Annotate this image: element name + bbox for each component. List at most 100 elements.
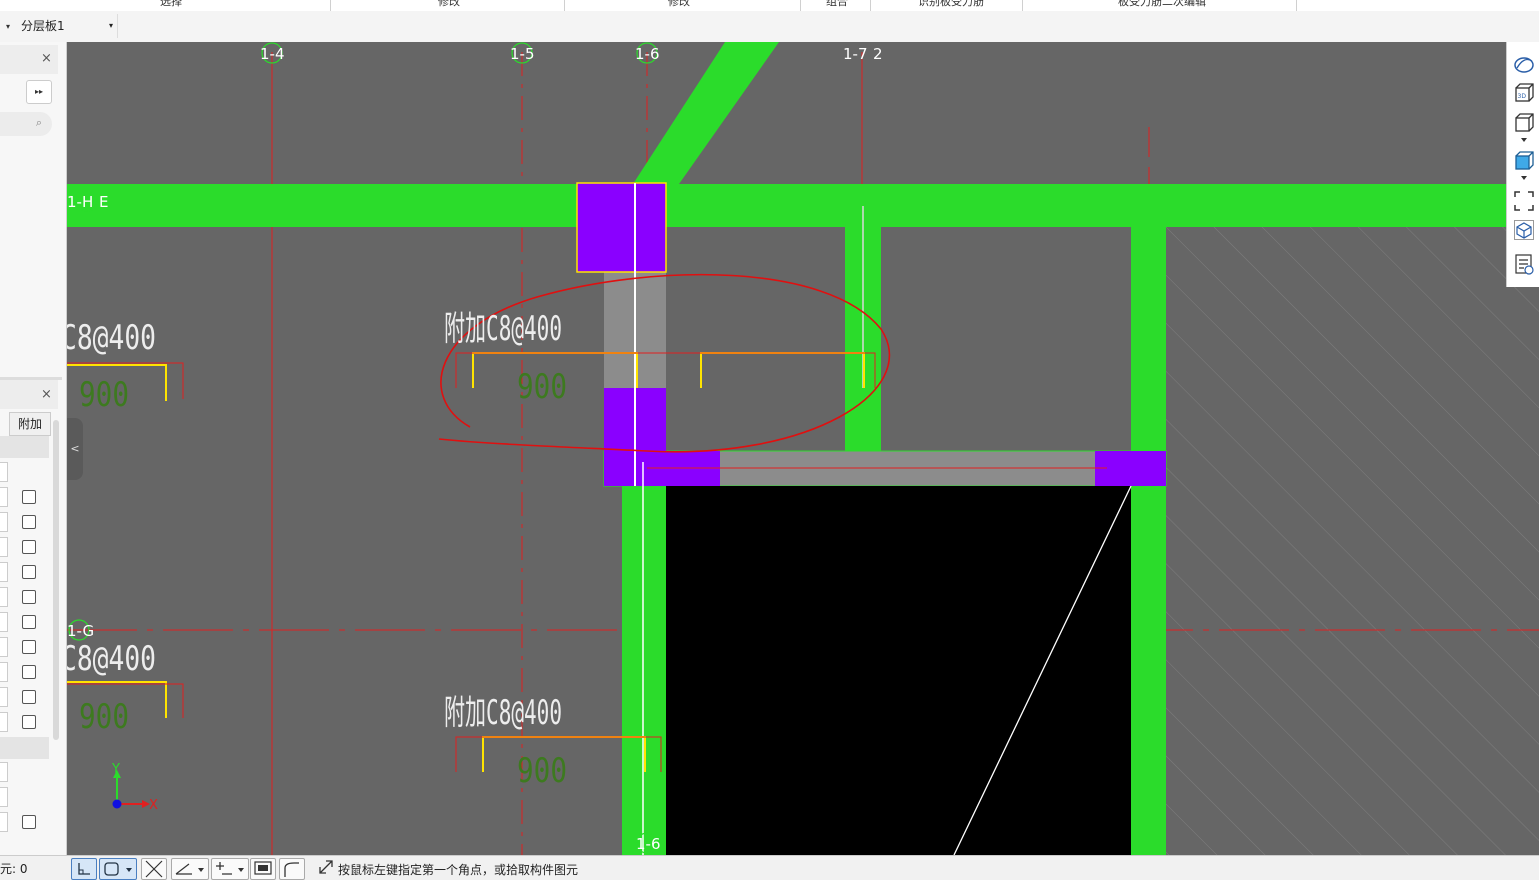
box-view-icon[interactable]: [1513, 112, 1535, 134]
table-cell[interactable]: [0, 562, 8, 582]
filled-box-icon[interactable]: [1513, 150, 1535, 172]
table-cell[interactable]: [0, 687, 8, 707]
panel-collapse-button[interactable]: <: [67, 418, 83, 480]
table-cell[interactable]: [0, 487, 8, 507]
rebar-spec: 附加C8@400: [444, 693, 562, 733]
layer-toolbar: [0, 11, 1539, 43]
row-checkbox[interactable]: [22, 565, 36, 579]
row-checkbox[interactable]: [22, 490, 36, 504]
rebar-length: 900: [517, 751, 567, 791]
floor-dropdown-arrow[interactable]: ▾: [0, 11, 16, 42]
display-toggle[interactable]: [250, 858, 276, 880]
layer-select[interactable]: 分层板1 ▾: [17, 14, 118, 38]
axis-label: 1-H: [67, 193, 93, 211]
axis-label: 1-4: [260, 45, 285, 63]
row-checkbox[interactable]: [22, 690, 36, 704]
row-checkbox[interactable]: [22, 640, 36, 654]
ribbon-label-modify-2[interactable]: 修改: [668, 0, 690, 9]
rebar-length: 900: [517, 367, 567, 407]
angle-icon: [175, 863, 204, 875]
3d-view-icon[interactable]: 3D: [1513, 82, 1535, 104]
offset-dropdown[interactable]: [211, 858, 249, 880]
perspective-icon[interactable]: [1513, 53, 1535, 75]
fit-view-icon[interactable]: [1513, 190, 1535, 212]
table-cell[interactable]: [0, 712, 8, 732]
rebar-length: 900: [79, 375, 129, 415]
ribbon-label-group[interactable]: 组合: [826, 0, 848, 9]
chevron-down-icon[interactable]: [1513, 135, 1535, 145]
angle-snap-dropdown[interactable]: [171, 858, 209, 880]
beam-1-6: [622, 482, 666, 855]
table-cell[interactable]: [0, 762, 8, 782]
beam-1-h: [67, 184, 1539, 227]
table-cell[interactable]: [0, 537, 8, 557]
expand-button[interactable]: ▸▸: [26, 80, 52, 104]
table-cell[interactable]: [0, 812, 8, 832]
offset-icon: [216, 862, 244, 875]
rebar-spec: C8@400: [67, 318, 156, 358]
slab-hatch: [1165, 217, 1539, 855]
monitor-icon: [254, 861, 272, 875]
axis-label: 1-5: [510, 45, 535, 63]
row-checkbox[interactable]: [22, 540, 36, 554]
slab-opening: [666, 486, 1131, 855]
chevron-down-icon[interactable]: [1513, 173, 1535, 183]
ribbon-divider: [564, 0, 565, 11]
command-prompt: 按鼠标左键指定第一个角点，或拾取构件图元: [338, 863, 579, 877]
arc-draw-button[interactable]: [279, 858, 305, 880]
axis-label: 1-7: [843, 45, 868, 63]
selection-count: 元: 0: [0, 862, 28, 876]
ortho-toggle[interactable]: [71, 858, 97, 880]
table-row: [0, 737, 49, 759]
drawing-svg: 1-4 1-5 1-6 1-7 2 1-H E 1-G 1-6 1 C8@400…: [67, 42, 1539, 855]
svg-text:X: X: [149, 798, 158, 813]
drawing-canvas[interactable]: 1-4 1-5 1-6 1-7 2 1-H E 1-G 1-6 1 C8@400…: [67, 42, 1539, 855]
search-icon: ⌕: [35, 116, 42, 129]
svg-text:3D: 3D: [1518, 93, 1527, 100]
property-list-icon[interactable]: [1513, 253, 1535, 275]
column-header-addon: 附加: [9, 412, 51, 436]
ribbon-divider: [1022, 0, 1023, 11]
row-checkbox[interactable]: [22, 590, 36, 604]
rect-select-icon: [104, 862, 132, 876]
ribbon-label-modify[interactable]: 修改: [438, 0, 460, 9]
close-icon[interactable]: ×: [41, 52, 52, 66]
row-checkbox[interactable]: [22, 715, 36, 729]
table-cell[interactable]: [0, 512, 8, 532]
ribbon-label-rebar-edit[interactable]: 板受力筋二次编辑: [1118, 0, 1206, 9]
table-cell[interactable]: [0, 462, 8, 482]
table-cell[interactable]: [0, 587, 8, 607]
row-checkbox[interactable]: [22, 815, 36, 829]
ribbon-divider: [870, 0, 871, 11]
axis-label: 1-G: [67, 622, 94, 640]
axis-label: 1-6: [636, 835, 661, 853]
arc-icon: [284, 862, 299, 877]
snap-mode-dropdown[interactable]: [99, 858, 137, 880]
ribbon-divider: [1296, 0, 1297, 11]
cross-select-button[interactable]: [141, 858, 167, 880]
layer-select-value: 分层板1: [21, 19, 65, 33]
row-checkbox[interactable]: [22, 615, 36, 629]
table-cell[interactable]: [0, 787, 8, 807]
axis-label: 1-6: [635, 45, 660, 63]
row-checkbox[interactable]: [22, 515, 36, 529]
rebar-spec: C8@400: [67, 639, 156, 679]
row-checkbox[interactable]: [22, 665, 36, 679]
search-input[interactable]: ⌕: [0, 112, 52, 136]
ucs-icon: Y X: [111, 762, 158, 813]
ortho-icon: [78, 863, 90, 875]
rebar-length: 900: [79, 697, 129, 737]
close-icon[interactable]: ×: [41, 388, 52, 402]
table-cell[interactable]: [0, 662, 8, 682]
property-scrollbar[interactable]: [53, 420, 59, 740]
table-cell[interactable]: [0, 637, 8, 657]
ribbon-label-select[interactable]: 选择: [160, 0, 182, 9]
cross-icon: [145, 860, 163, 878]
resize-arrow-icon: [319, 860, 333, 874]
table-cell[interactable]: [0, 612, 8, 632]
svg-text:Y: Y: [111, 762, 120, 777]
column: [576, 182, 667, 273]
ribbon-label-identify-rebar[interactable]: 识别板受力筋: [918, 0, 984, 9]
cube-select-icon[interactable]: [1513, 219, 1535, 241]
axis-label: 2: [873, 45, 883, 63]
